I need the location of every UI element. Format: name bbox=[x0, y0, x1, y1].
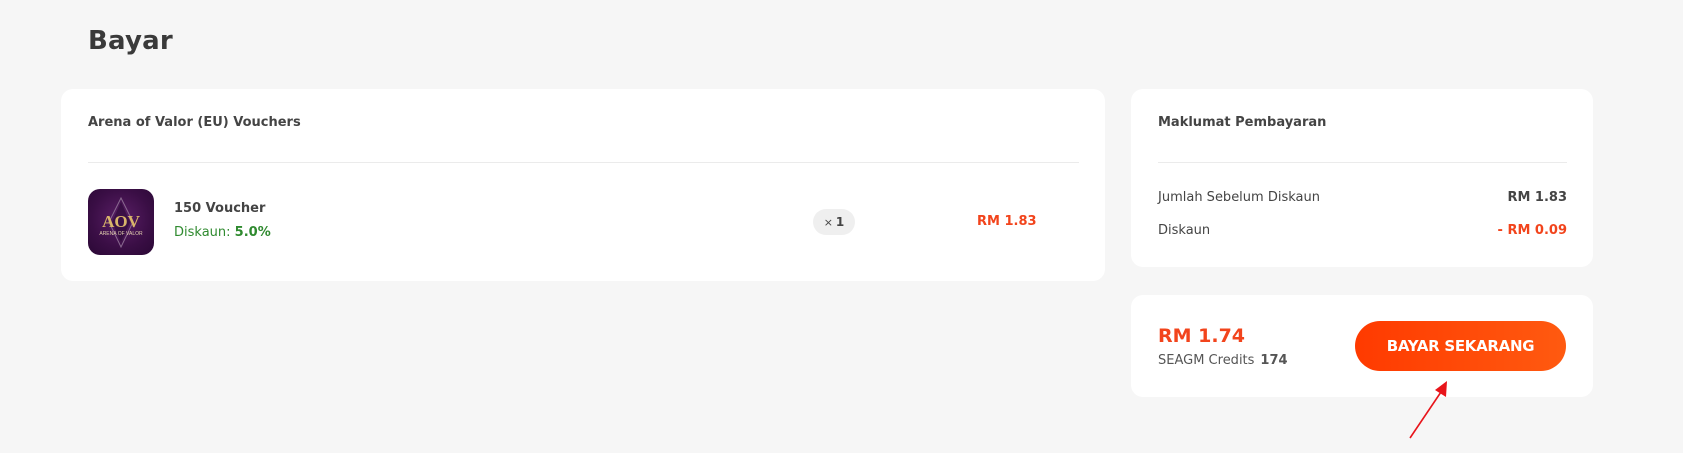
discount-label: Diskaun bbox=[1158, 223, 1211, 238]
subtotal-label: Jumlah Sebelum Diskaun bbox=[1158, 190, 1320, 205]
quantity-badge: × 1 bbox=[813, 209, 855, 235]
order-summary-card: Arena of Valor (EU) Vouchers AOV ARENA O… bbox=[61, 89, 1105, 281]
order-product-heading: Arena of Valor (EU) Vouchers bbox=[88, 115, 301, 130]
total-amount: RM 1.74 bbox=[1158, 325, 1246, 347]
aov-logo-subtext: ARENA OF VALOR bbox=[99, 231, 143, 237]
divider bbox=[88, 162, 1079, 163]
payment-info-heading: Maklumat Pembayaran bbox=[1158, 115, 1327, 130]
item-discount-value: 5.0% bbox=[234, 225, 271, 240]
pay-now-button[interactable]: BAYAR SEKARANG bbox=[1355, 321, 1566, 371]
aov-game-logo-icon: AOV ARENA OF VALOR bbox=[88, 189, 154, 255]
quantity-multiply-symbol: × bbox=[823, 215, 833, 229]
checkout-page: Bayar Arena of Valor (EU) Vouchers AOV A… bbox=[0, 0, 1683, 453]
quantity-value: 1 bbox=[835, 215, 845, 229]
discount-value: - RM 0.09 bbox=[1497, 223, 1567, 238]
item-discount: Diskaun: 5.0% bbox=[174, 225, 271, 240]
credits-label: SEAGM Credits bbox=[1158, 353, 1255, 368]
subtotal-row: Jumlah Sebelum Diskaun RM 1.83 bbox=[1158, 190, 1567, 205]
payment-info-card: Maklumat Pembayaran Jumlah Sebelum Diska… bbox=[1131, 89, 1593, 267]
aov-logo-text: AOV bbox=[102, 212, 141, 231]
credits-line: SEAGM Credits 174 bbox=[1158, 353, 1288, 368]
checkout-card: RM 1.74 SEAGM Credits 174 BAYAR SEKARANG bbox=[1131, 295, 1593, 397]
divider bbox=[1158, 162, 1567, 163]
item-price: RM 1.83 bbox=[977, 214, 1037, 229]
item-discount-label: Diskaun: bbox=[174, 225, 231, 240]
discount-row: Diskaun - RM 0.09 bbox=[1158, 223, 1567, 238]
credits-value: 174 bbox=[1260, 353, 1288, 368]
item-name: 150 Voucher bbox=[174, 201, 266, 216]
page-title: Bayar bbox=[88, 26, 173, 56]
subtotal-value: RM 1.83 bbox=[1507, 190, 1567, 205]
